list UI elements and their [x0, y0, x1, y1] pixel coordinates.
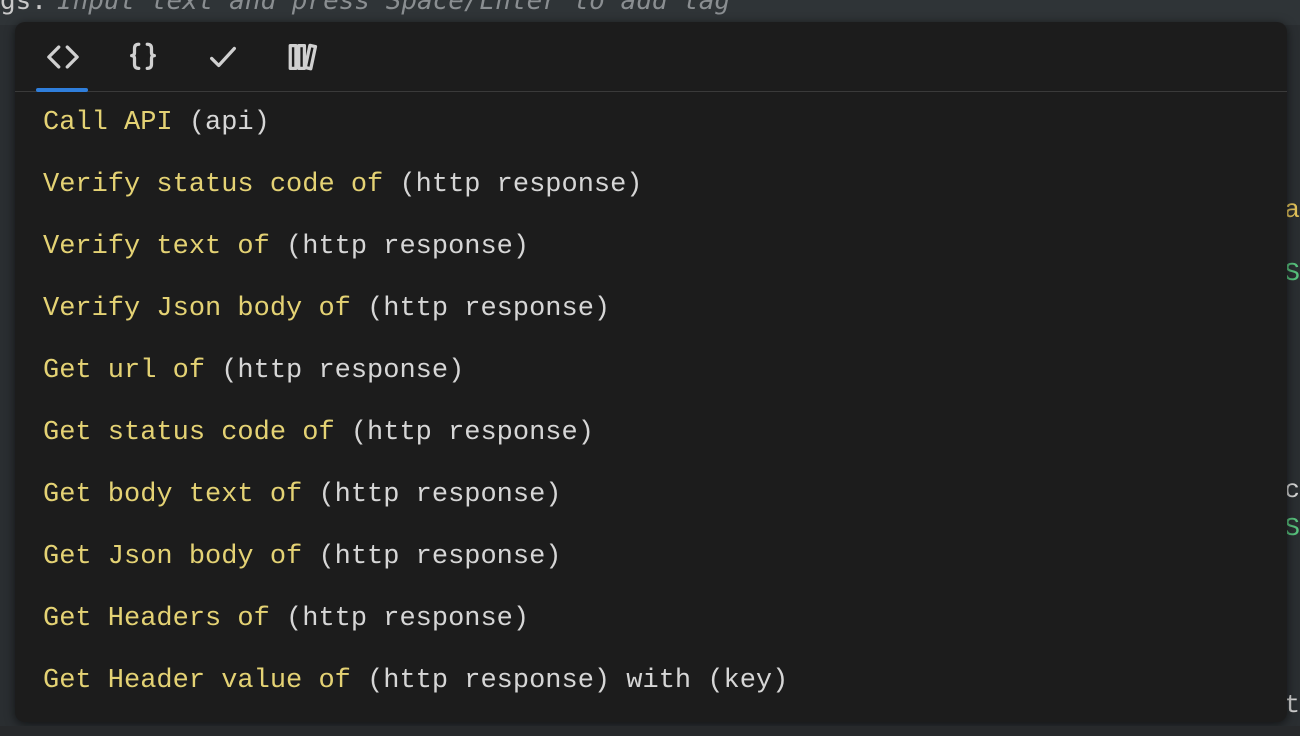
- suggestion-keyword: Get Json body of: [43, 542, 318, 572]
- suggestion-row[interactable]: Verify Json body of (http response): [43, 296, 1279, 323]
- books-icon: [286, 40, 320, 74]
- suggestion-args: (http response): [286, 604, 529, 634]
- tab-strip: [15, 22, 1287, 92]
- suggestion-keyword: Call API: [43, 108, 189, 138]
- tab-variables[interactable]: [105, 27, 180, 87]
- suggestion-row[interactable]: Get status code of (http response): [43, 420, 1279, 447]
- suggestion-keyword: Verify text of: [43, 232, 286, 262]
- suggestion-row[interactable]: Get body text of (http response): [43, 482, 1279, 509]
- suggestion-row[interactable]: Get url of (http response): [43, 358, 1279, 385]
- suggestion-popup: Call API (api) Verify status code of (htt…: [15, 22, 1287, 722]
- suggestion-args: (api): [189, 108, 270, 138]
- suggestion-row[interactable]: Call API (api): [43, 110, 1279, 137]
- tags-label: gs:: [0, 0, 47, 16]
- tab-assertions[interactable]: [185, 27, 260, 87]
- suggestion-keyword: Verify status code of: [43, 170, 399, 200]
- suggestion-row[interactable]: Verify status code of (http response): [43, 172, 1279, 199]
- suggestion-args: (http response): [399, 170, 642, 200]
- tab-keywords[interactable]: [25, 27, 100, 87]
- suggestion-keyword: Get Headers of: [43, 604, 286, 634]
- suggestion-row[interactable]: Get Json body of (http response): [43, 544, 1279, 571]
- suggestion-row[interactable]: Get Header value of (http response) with…: [43, 668, 1279, 695]
- check-icon: [206, 40, 240, 74]
- suggestion-row[interactable]: Verify text of (http response): [43, 234, 1279, 261]
- suggestion-args: (http response): [318, 480, 561, 510]
- suggestion-keyword: Get body text of: [43, 480, 318, 510]
- angle-brackets-icon: [46, 40, 80, 74]
- curly-braces-icon: [126, 40, 160, 74]
- suggestion-keyword: Get status code of: [43, 418, 351, 448]
- suggestion-args: (http response): [286, 232, 529, 262]
- tags-input-placeholder[interactable]: Input text and press Space/Enter to add …: [57, 0, 730, 16]
- suggestion-keyword: Get Header value of: [43, 666, 367, 696]
- suggestion-args: (http response): [351, 418, 594, 448]
- suggestion-row[interactable]: Get Headers of (http response): [43, 606, 1279, 633]
- suggestion-list: Call API (api) Verify status code of (htt…: [15, 92, 1287, 722]
- suggestion-keyword: Get url of: [43, 356, 221, 386]
- suggestion-args: (http response): [318, 542, 561, 572]
- bottom-edge: [0, 726, 1300, 736]
- suggestion-args: (http response): [221, 356, 464, 386]
- suggestion-args: (http response): [367, 294, 610, 324]
- tab-library[interactable]: [265, 27, 340, 87]
- suggestion-args: (http response) with (key): [367, 666, 788, 696]
- suggestion-keyword: Verify Json body of: [43, 294, 367, 324]
